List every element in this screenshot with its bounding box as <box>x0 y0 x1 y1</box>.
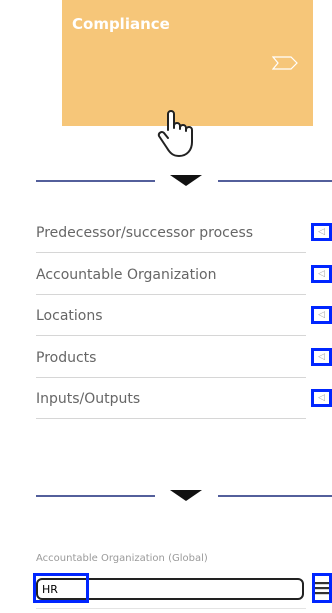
caret-down-icon <box>170 490 202 501</box>
expand-button[interactable]: ◁ <box>311 389 332 407</box>
collapse-arrow-icon: ◁ <box>318 227 325 237</box>
collapse-arrow-icon: ◁ <box>318 269 325 279</box>
collapse-arrow-icon: ◁ <box>318 393 325 403</box>
caret-down-icon <box>170 175 202 186</box>
list-item-label: Locations <box>36 308 103 324</box>
list-item-label: Products <box>36 350 97 366</box>
hamburger-menu-icon <box>315 582 329 595</box>
list-item-label: Accountable Organization <box>36 267 217 283</box>
list-item-accountable-organization[interactable]: Accountable Organization <box>36 256 306 295</box>
list-item-predecessor-successor[interactable]: Predecessor/successor process <box>36 214 306 253</box>
menu-button[interactable] <box>312 573 332 603</box>
accountable-organization-input[interactable] <box>36 578 304 600</box>
section-separator <box>36 490 332 501</box>
list-item-locations[interactable]: Locations <box>36 297 306 336</box>
collapse-arrow-icon: ◁ <box>318 352 325 362</box>
field-label: Accountable Organization (Global) <box>36 553 208 564</box>
divider <box>36 608 306 609</box>
list-item-label: Predecessor/successor process <box>36 225 254 241</box>
expand-button[interactable]: ◁ <box>311 306 332 324</box>
chevron-tag-icon <box>272 56 298 70</box>
expand-button[interactable]: ◁ <box>311 265 332 283</box>
list-item-label: Inputs/Outputs <box>36 391 141 407</box>
list-item-inputs-outputs[interactable]: Inputs/Outputs <box>36 380 306 419</box>
list-item-products[interactable]: Products <box>36 339 306 378</box>
hand-pointer-icon <box>157 110 193 157</box>
section-separator <box>36 175 332 186</box>
collapse-arrow-icon: ◁ <box>318 310 325 320</box>
tile-title: Compliance <box>72 15 170 33</box>
expand-button[interactable]: ◁ <box>311 223 332 241</box>
expand-button[interactable]: ◁ <box>311 348 332 366</box>
